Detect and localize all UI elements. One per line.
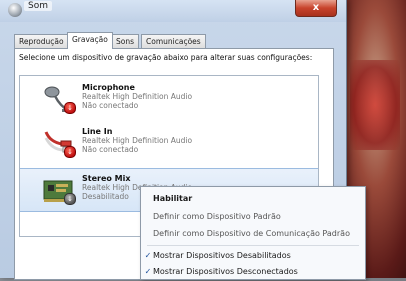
menu-item-show-disconnected[interactable]: ✓ Mostrar Dispositivos Desconectados — [141, 263, 365, 281]
close-button[interactable]: x — [295, 0, 337, 17]
tab-communications[interactable]: Comunicações — [141, 34, 206, 48]
menu-item-label: Mostrar Dispositivos Desconectados — [153, 267, 298, 276]
disabled-badge: ↓ — [64, 193, 76, 205]
menu-item-set-default[interactable]: Definir como Dispositivo Padrão — [141, 208, 365, 226]
device-driver: Realtek High Definition Audio — [82, 92, 193, 101]
list-item[interactable]: ↓ Microphone Realtek High Definition Aud… — [20, 78, 318, 120]
menu-item-label: Habilitar — [153, 194, 193, 203]
tab-recording[interactable]: Gravação — [67, 32, 113, 49]
window-title: Som — [24, 1, 52, 11]
menu-item-label: Definir como Dispositivo de Comunicação … — [153, 229, 350, 238]
tab-playback[interactable]: Reprodução — [14, 34, 69, 48]
instructions-text: Selecione um dispositivo de gravação aba… — [19, 53, 313, 62]
device-status: Não conectado — [82, 101, 139, 110]
unplugged-badge: ↓ — [64, 146, 76, 158]
device-driver: Realtek High Definition Audio — [82, 136, 193, 145]
device-text: Line In Realtek High Definition Audio Nã… — [82, 127, 192, 154]
menu-separator — [147, 245, 359, 246]
device-name: Microphone — [82, 83, 135, 92]
menu-item-label: Definir como Dispositivo Padrão — [153, 212, 281, 221]
context-menu: Habilitar Definir como Dispositivo Padrã… — [140, 186, 366, 280]
title-bar[interactable]: Som x — [0, 0, 346, 22]
device-name: Stereo Mix — [82, 174, 131, 183]
tab-sounds[interactable]: Sons — [111, 34, 140, 48]
checkmark-icon: ✓ — [144, 267, 152, 276]
device-status: Não conectado — [82, 145, 139, 154]
menu-item-set-default-communication[interactable]: Definir como Dispositivo de Comunicação … — [141, 225, 365, 243]
speaker-icon — [8, 3, 22, 17]
device-name: Line In — [82, 127, 113, 136]
unplugged-badge: ↓ — [64, 102, 76, 114]
list-item[interactable]: ↓ Line In Realtek High Definition Audio … — [20, 122, 318, 164]
device-text: Microphone Realtek High Definition Audio… — [82, 83, 192, 110]
menu-item-enable[interactable]: Habilitar — [141, 190, 365, 208]
